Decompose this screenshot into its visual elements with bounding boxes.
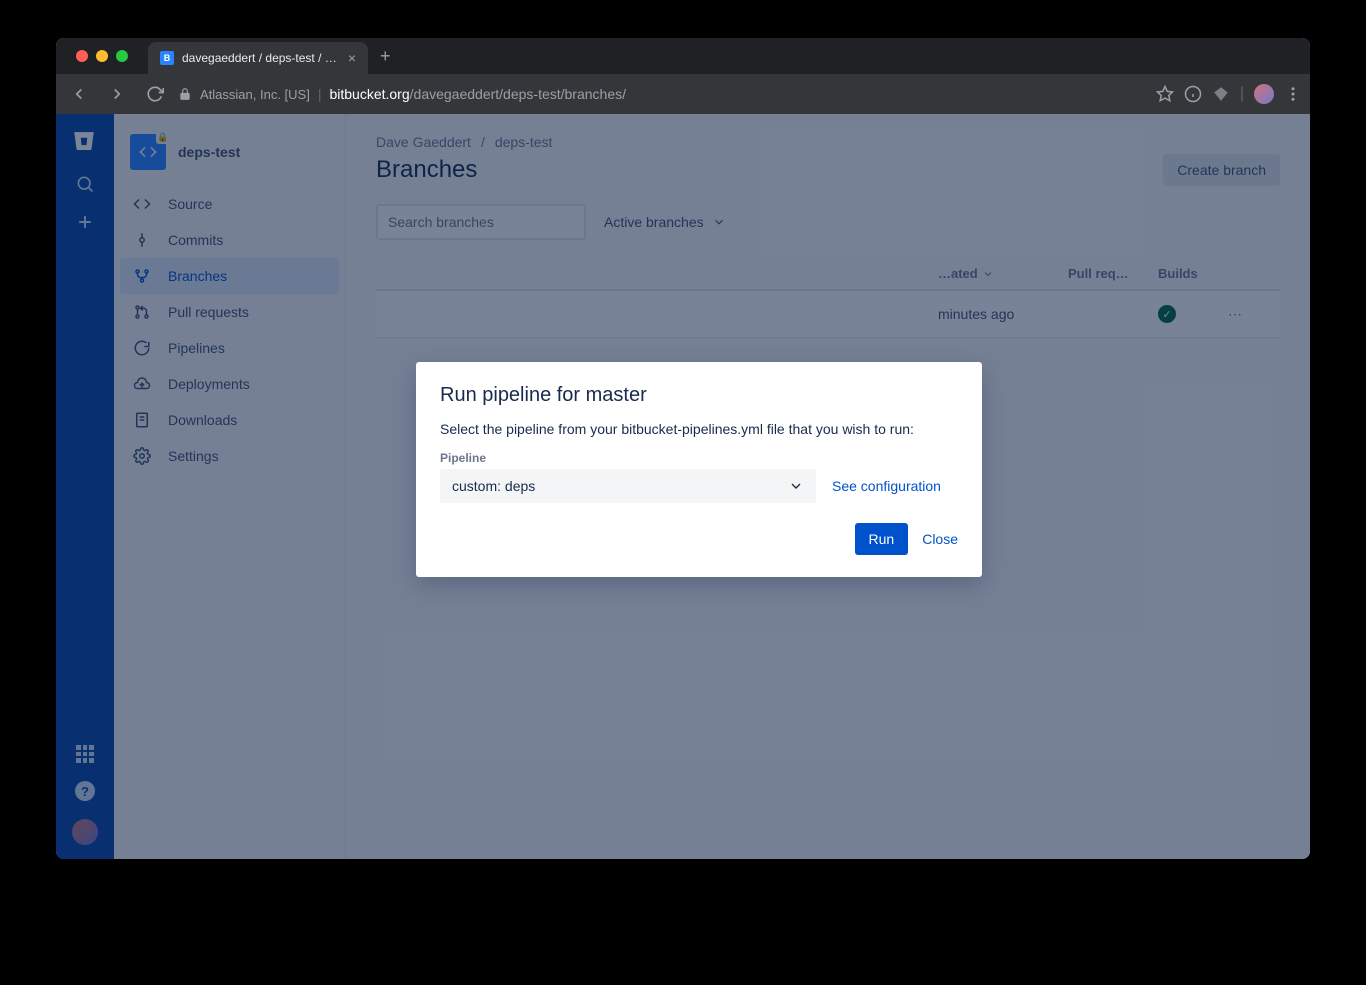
forward-button[interactable]	[102, 79, 132, 109]
tab-title: davegaeddert / deps-test / Bra…	[182, 51, 340, 65]
extension-icon[interactable]	[1212, 85, 1230, 103]
url-path: /davegaeddert/deps-test/branches/	[410, 86, 626, 102]
lock-icon	[178, 87, 192, 101]
url-host: bitbucket.org	[329, 86, 409, 102]
close-tab-icon[interactable]: ×	[348, 50, 356, 66]
menu-icon[interactable]	[1284, 85, 1302, 103]
modal-title: Run pipeline for master	[440, 384, 958, 407]
minimize-window[interactable]	[96, 50, 108, 62]
modal-description: Select the pipeline from your bitbucket-…	[440, 421, 958, 437]
browser-tab[interactable]: B davegaeddert / deps-test / Bra… ×	[148, 42, 368, 74]
chevron-down-icon	[788, 478, 804, 494]
reload-button[interactable]	[140, 79, 170, 109]
cert-label: Atlassian, Inc. [US]	[200, 87, 310, 102]
back-button[interactable]	[64, 79, 94, 109]
run-button[interactable]: Run	[855, 523, 909, 555]
profile-avatar[interactable]	[1254, 84, 1274, 104]
run-pipeline-modal: Run pipeline for master Select the pipel…	[416, 362, 982, 577]
pipeline-select[interactable]: custom: deps	[440, 469, 816, 503]
info-icon[interactable]	[1184, 85, 1202, 103]
browser-chrome: B davegaeddert / deps-test / Bra… × + At…	[56, 38, 1310, 114]
close-button[interactable]: Close	[922, 531, 958, 547]
star-icon[interactable]	[1156, 85, 1174, 103]
close-window[interactable]	[76, 50, 88, 62]
pipeline-field-label: Pipeline	[440, 451, 958, 465]
bitbucket-favicon: B	[160, 51, 174, 65]
address-bar[interactable]: Atlassian, Inc. [US] | bitbucket.org/dav…	[178, 86, 1148, 102]
see-configuration-link[interactable]: See configuration	[832, 478, 941, 494]
window-controls	[64, 50, 140, 62]
pipeline-selected-value: custom: deps	[452, 478, 535, 494]
new-tab-button[interactable]: +	[368, 46, 403, 67]
maximize-window[interactable]	[116, 50, 128, 62]
